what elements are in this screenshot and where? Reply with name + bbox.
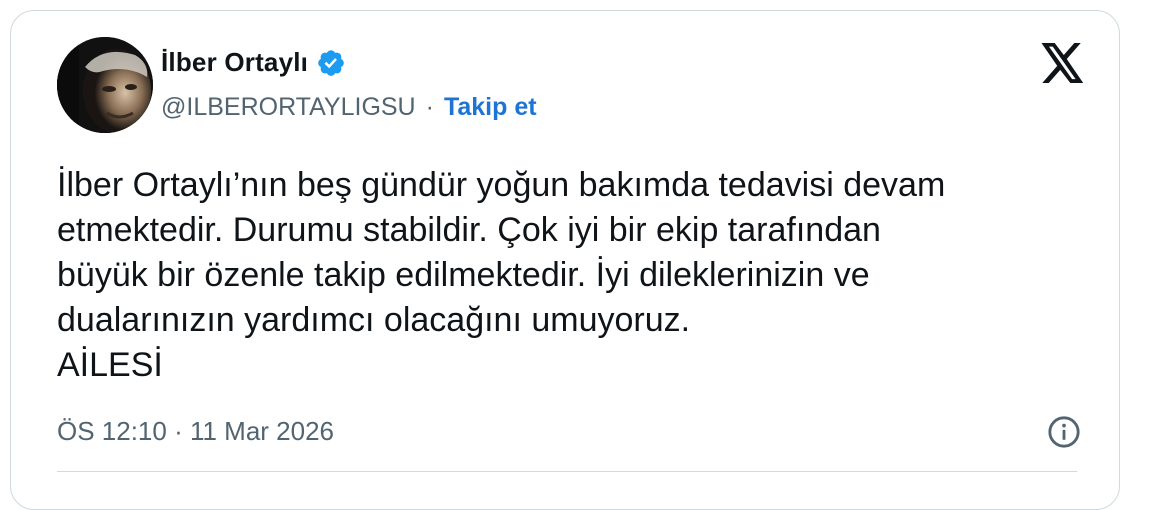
avatar[interactable] [57, 37, 153, 133]
verified-badge-icon [318, 49, 344, 76]
avatar-portrait [57, 37, 153, 133]
follow-button[interactable]: Takip et [444, 93, 537, 122]
tweet-text-line: büyük bir özenle takip edilmektedir. İyi… [57, 256, 870, 294]
tweet-text-line: dualarınızın yardımcı olacağını umuyoruz… [57, 301, 691, 339]
tweet-card: İlber Ortaylı @ILBERORTAYLIGSU · Takip e… [10, 10, 1120, 510]
tweet-text-line: AİLESİ [57, 346, 163, 384]
author-name[interactable]: İlber Ortaylı [161, 47, 308, 78]
info-icon[interactable] [1047, 415, 1081, 449]
divider [57, 471, 1077, 472]
separator-dot: · [425, 93, 434, 121]
tweet-text-line: İlber Ortaylı’nın beş gündür yoğun bakım… [57, 166, 946, 204]
x-logo-icon[interactable] [1041, 43, 1085, 83]
author-handle-row: @ILBERORTAYLIGSU · Takip et [161, 93, 537, 122]
tweet-text-line: etmektedir. Durumu stabildir. Çok iyi bi… [57, 211, 881, 249]
author-handle[interactable]: @ILBERORTAYLIGSU [161, 93, 416, 122]
author-name-row: İlber Ortaylı [161, 47, 346, 78]
tweet-text: İlber Ortaylı’nın beş gündür yoğun bakım… [57, 163, 1077, 388]
tweet-timestamp[interactable]: ÖS 12:10 · 11 Mar 2026 [57, 416, 334, 447]
